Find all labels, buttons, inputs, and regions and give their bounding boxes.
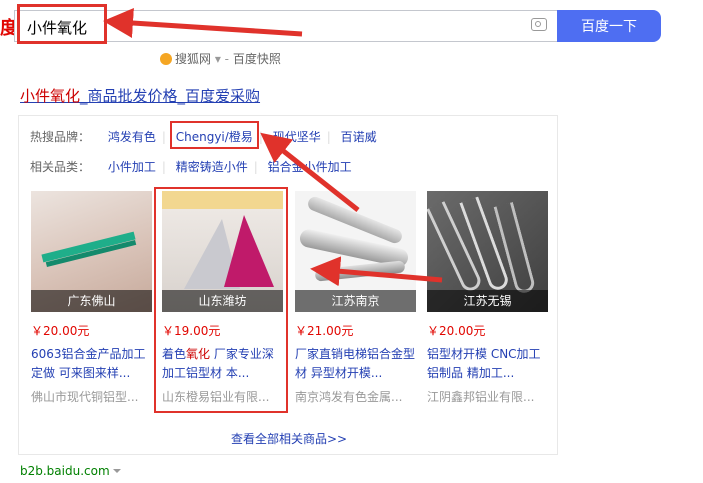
brand-label: 热搜品牌： xyxy=(30,130,91,144)
product-price: ￥21.00元 xyxy=(295,324,354,338)
product-image[interactable]: 江苏南京 xyxy=(295,191,416,312)
product-price: ￥20.00元 xyxy=(427,324,486,338)
related-link[interactable]: 小件加工 xyxy=(108,160,156,174)
product-location: 广东佛山 xyxy=(31,290,152,312)
product-location: 江苏南京 xyxy=(295,290,416,312)
annotation-box xyxy=(154,187,288,413)
product-title[interactable]: 铝型材开模 CNC加工 铝制品 精加工... xyxy=(427,345,548,383)
snippet-source: 搜狐网 ▾ - 百度快照 xyxy=(160,50,281,67)
related-link[interactable]: 精密铸造小件 xyxy=(176,160,248,174)
site-url[interactable]: b2b.baidu.com xyxy=(20,464,121,478)
product-image[interactable]: 江苏无锡 xyxy=(427,191,548,312)
related-label: 相关品类： xyxy=(30,160,91,174)
product-price: ￥20.00元 xyxy=(31,324,90,338)
result-title[interactable]: 小件氧化_商品批发价格_百度爱采购 xyxy=(20,85,260,106)
product-location: 江苏无锡 xyxy=(427,290,548,312)
cache-link[interactable]: 百度快照 xyxy=(233,52,281,66)
product-shop[interactable]: 佛山市现代铜铝型... xyxy=(31,388,152,405)
annotation-box xyxy=(17,4,107,44)
sohu-icon xyxy=(160,53,172,65)
source-name[interactable]: 搜狐网 xyxy=(175,52,211,66)
brand-link[interactable]: 百诺威 xyxy=(341,130,377,144)
camera-icon[interactable] xyxy=(531,18,547,31)
product-image[interactable]: 广东佛山 xyxy=(31,191,152,312)
product-shop[interactable]: 南京鸿发有色金属... xyxy=(295,388,416,405)
brand-link[interactable]: 现代坚华 xyxy=(273,130,321,144)
annotation-box xyxy=(170,121,259,149)
brand-link[interactable]: 鸿发有色 xyxy=(108,130,156,144)
product-title[interactable]: 6063铝合金产品加工定做 可来图来样... xyxy=(31,345,152,383)
product-shop[interactable]: 江阴鑫邦铝业有限... xyxy=(427,388,548,405)
result-card: 热搜品牌： 鸿发有色 | Chengyi/橙易 | 现代坚华 | 百诺威 相关品类： … xyxy=(18,115,558,455)
title-keyword[interactable]: 小件氧化 xyxy=(20,87,80,105)
related-row: 相关品类： 小件加工 | 精密铸造小件 | 铝合金小件加工 xyxy=(30,160,352,174)
search-button[interactable]: 百度一下 xyxy=(557,10,661,42)
product-card[interactable]: 江苏无锡 ￥20.00元 铝型材开模 CNC加工 铝制品 精加工... 江阴鑫邦… xyxy=(427,191,548,405)
product-card[interactable]: 广东佛山 ￥20.00元 6063铝合金产品加工定做 可来图来样... 佛山市现… xyxy=(31,191,152,405)
related-link[interactable]: 铝合金小件加工 xyxy=(268,160,352,174)
chevron-down-icon[interactable] xyxy=(112,469,121,473)
product-card[interactable]: 江苏南京 ￥21.00元 厂家直销电梯铝合金型材 异型材开模... 南京鸿发有色… xyxy=(295,191,416,405)
product-title[interactable]: 厂家直销电梯铝合金型材 异型材开模... xyxy=(295,345,416,383)
view-all-link[interactable]: 查看全部相关商品>> xyxy=(19,430,559,447)
title-rest[interactable]: _商品批发价格_百度爱采购 xyxy=(80,87,260,105)
